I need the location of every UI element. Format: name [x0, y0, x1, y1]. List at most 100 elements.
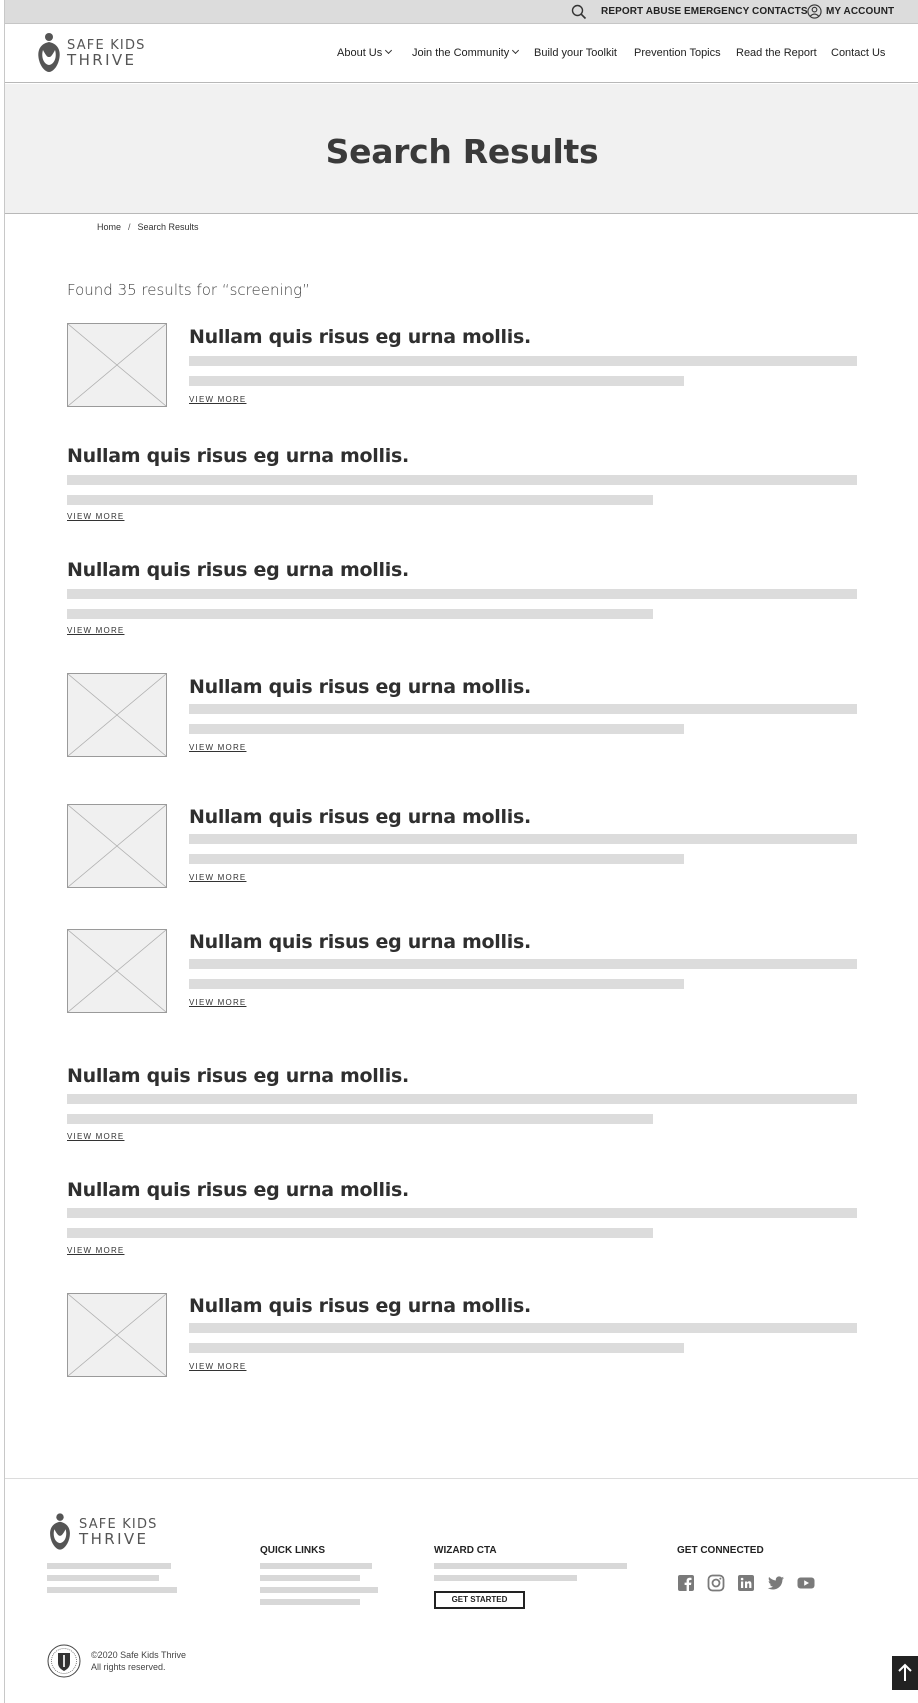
image-placeholder-icon: [68, 1294, 166, 1376]
report-abuse-link[interactable]: REPORT ABUSE: [601, 6, 681, 17]
text-placeholder: [434, 1575, 577, 1581]
result-title[interactable]: Nullam quis risus eg urna mollis.: [189, 931, 531, 953]
copyright: ©2020 Safe Kids Thrive All rights reserv…: [91, 1649, 186, 1673]
account-icon[interactable]: [807, 4, 822, 19]
copyright-line1: ©2020 Safe Kids Thrive: [91, 1650, 187, 1660]
result-thumbnail[interactable]: [67, 673, 167, 757]
text-placeholder: [189, 1343, 684, 1353]
result-title[interactable]: Nullam quis risus eg urna mollis.: [189, 326, 531, 348]
twitter-icon[interactable]: [767, 1574, 785, 1592]
get-started-button[interactable]: GET STARTED: [434, 1591, 525, 1609]
my-account-link[interactable]: MY ACCOUNT: [826, 6, 894, 17]
view-more-link[interactable]: VIEW MORE: [67, 512, 124, 521]
footer-logo[interactable]: SAFE KIDS THRIVE: [79, 1517, 158, 1547]
text-placeholder: [189, 959, 857, 969]
text-placeholder: [67, 1228, 653, 1238]
nav-item-join-community[interactable]: Join the Community: [412, 46, 520, 59]
search-icon[interactable]: [571, 4, 587, 20]
text-placeholder: [67, 495, 653, 505]
search-result: Nullam quis risus eg urna mollis. VIEW M…: [67, 673, 857, 763]
image-placeholder-icon: [68, 324, 166, 406]
text-placeholder: [189, 979, 684, 989]
result-thumbnail[interactable]: [67, 929, 167, 1013]
utility-bar: REPORT ABUSE EMERGENCY CONTACTS MY ACCOU…: [5, 0, 918, 24]
site-footer: SAFE KIDS THRIVE QUICK LINKS WIZARD CTA …: [5, 1478, 918, 1703]
quick-link-placeholder[interactable]: [260, 1575, 360, 1581]
view-more-link[interactable]: VIEW MORE: [67, 1132, 124, 1141]
text-placeholder: [189, 724, 684, 734]
chevron-down-icon: [385, 46, 393, 55]
image-placeholder-icon: [68, 930, 166, 1012]
youtube-icon[interactable]: [797, 1574, 815, 1592]
view-more-link[interactable]: VIEW MORE: [67, 1246, 124, 1255]
quick-links-heading: QUICK LINKS: [260, 1545, 325, 1556]
nav-item-label: Join the Community: [412, 47, 510, 59]
breadcrumb-separator: /: [128, 222, 131, 232]
search-result: Nullam quis risus eg urna mollis. VIEW M…: [67, 445, 857, 525]
instagram-icon[interactable]: [707, 1574, 725, 1592]
search-result: Nullam quis risus eg urna mollis. VIEW M…: [67, 323, 857, 413]
logo-line2: THRIVE: [67, 51, 137, 69]
get-connected-heading: GET CONNECTED: [677, 1545, 764, 1556]
text-placeholder: [189, 854, 684, 864]
page-title: Search Results: [325, 132, 599, 171]
text-placeholder: [67, 475, 857, 485]
nav-item-prevention-topics[interactable]: Prevention Topics: [634, 47, 721, 59]
view-more-link[interactable]: VIEW MORE: [189, 1362, 246, 1371]
view-more-link[interactable]: VIEW MORE: [189, 395, 246, 404]
result-thumbnail[interactable]: [67, 804, 167, 888]
search-result: Nullam quis risus eg urna mollis. VIEW M…: [67, 559, 857, 639]
text-placeholder: [67, 1114, 653, 1124]
result-thumbnail[interactable]: [67, 323, 167, 407]
text-placeholder: [189, 376, 684, 386]
copyright-line2: All rights reserved.: [91, 1662, 166, 1672]
state-seal-icon: [47, 1644, 81, 1678]
quick-link-placeholder[interactable]: [260, 1563, 372, 1569]
text-placeholder: [434, 1563, 627, 1569]
breadcrumb-home[interactable]: Home: [97, 222, 121, 232]
emergency-contacts-link[interactable]: EMERGENCY CONTACTS: [684, 6, 808, 17]
results-summary: Found 35 results for “screening”: [67, 281, 310, 299]
image-placeholder-icon: [68, 674, 166, 756]
result-title[interactable]: Nullam quis risus eg urna mollis.: [189, 676, 531, 698]
text-placeholder: [189, 356, 857, 366]
view-more-link[interactable]: VIEW MORE: [189, 998, 246, 1007]
result-title[interactable]: Nullam quis risus eg urna mollis.: [67, 1065, 409, 1087]
nav-item-about-us[interactable]: About Us: [337, 46, 393, 59]
text-placeholder: [189, 834, 857, 844]
text-placeholder: [67, 1208, 857, 1218]
result-title[interactable]: Nullam quis risus eg urna mollis.: [189, 806, 531, 828]
quick-link-placeholder[interactable]: [260, 1599, 360, 1605]
text-placeholder: [189, 1323, 857, 1333]
result-title[interactable]: Nullam quis risus eg urna mollis.: [67, 1179, 409, 1201]
text-placeholder: [67, 609, 653, 619]
view-more-link[interactable]: VIEW MORE: [67, 626, 124, 635]
text-placeholder: [67, 589, 857, 599]
text-placeholder: [67, 1094, 857, 1104]
logo-icon[interactable]: [47, 1512, 73, 1552]
nav-item-read-report[interactable]: Read the Report: [736, 47, 817, 59]
linkedin-icon[interactable]: [737, 1574, 755, 1592]
result-title[interactable]: Nullam quis risus eg urna mollis.: [67, 445, 409, 467]
search-result: Nullam quis risus eg urna mollis. VIEW M…: [67, 1179, 857, 1259]
view-more-link[interactable]: VIEW MORE: [189, 873, 246, 882]
breadcrumb: Home / Search Results: [97, 222, 199, 232]
view-more-link[interactable]: VIEW MORE: [189, 743, 246, 752]
text-placeholder: [189, 704, 857, 714]
nav-item-build-toolkit[interactable]: Build your Toolkit: [534, 47, 617, 59]
search-result: Nullam quis risus eg urna mollis. VIEW M…: [67, 1293, 857, 1383]
facebook-icon[interactable]: [677, 1574, 695, 1592]
result-title[interactable]: Nullam quis risus eg urna mollis.: [189, 1295, 531, 1317]
quick-link-placeholder[interactable]: [260, 1587, 378, 1593]
back-to-top-button[interactable]: [892, 1656, 918, 1690]
result-thumbnail[interactable]: [67, 1293, 167, 1377]
search-result: Nullam quis risus eg urna mollis. VIEW M…: [67, 1065, 857, 1145]
search-result: Nullam quis risus eg urna mollis. VIEW M…: [67, 929, 857, 1019]
text-placeholder: [47, 1563, 171, 1569]
nav-item-contact-us[interactable]: Contact Us: [831, 47, 885, 59]
image-placeholder-icon: [68, 805, 166, 887]
logo-icon[interactable]: [35, 32, 63, 74]
result-title[interactable]: Nullam quis risus eg urna mollis.: [67, 559, 409, 581]
site-logo[interactable]: SAFE KIDS THRIVE: [67, 38, 146, 68]
arrow-up-icon: [898, 1663, 912, 1681]
